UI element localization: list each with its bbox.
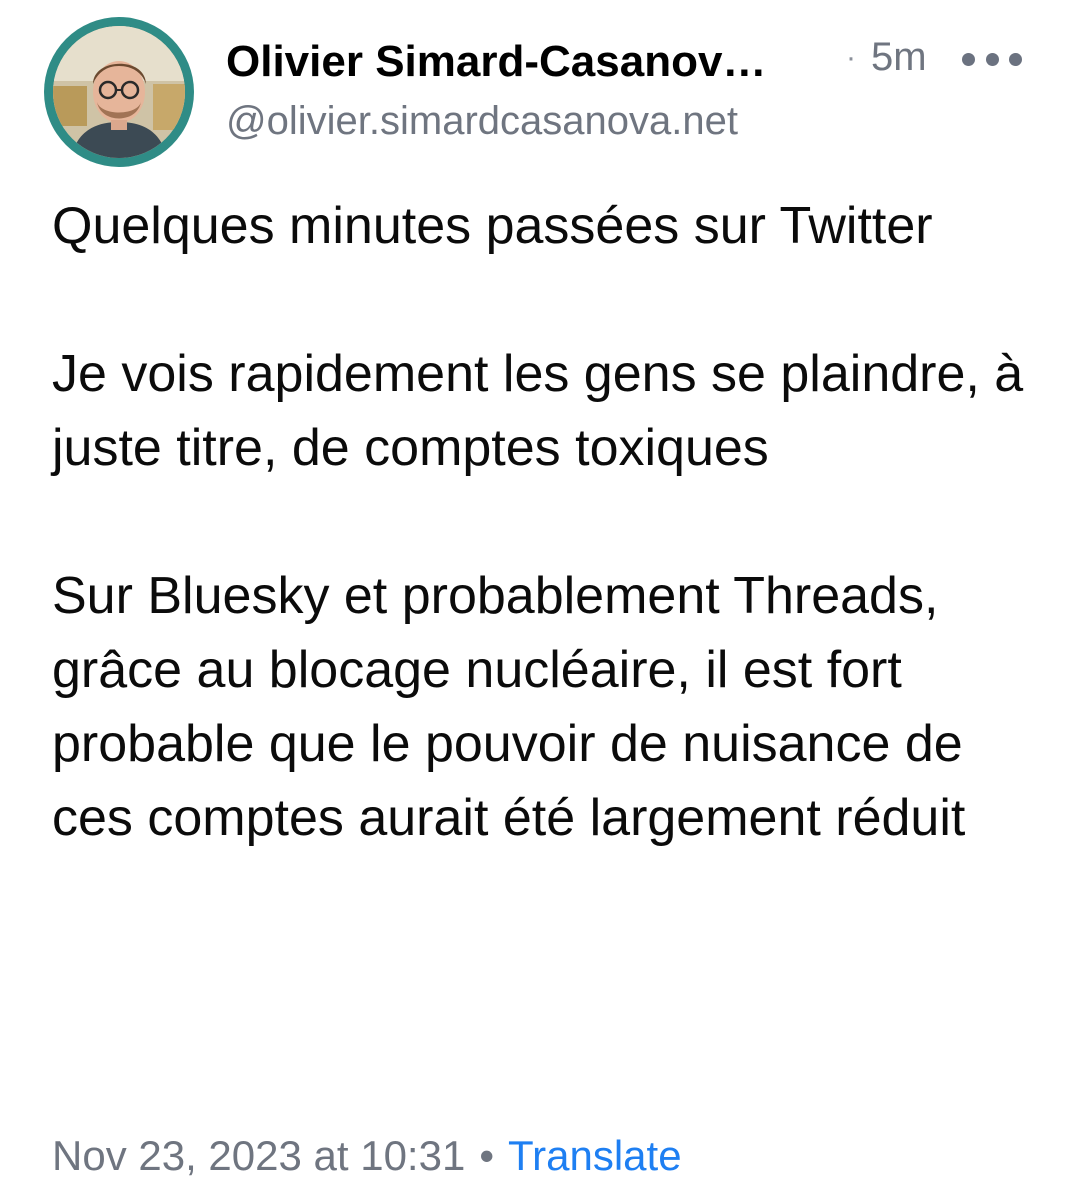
- time-separator: ·: [846, 41, 856, 74]
- post-paragraph: Sur Bluesky et probablement Threads, grâ…: [52, 567, 966, 847]
- author-handle[interactable]: @olivier.simardcasanova.net: [226, 97, 738, 145]
- post-body: Quelques minutes passées sur Twitter Je …: [52, 189, 1042, 855]
- footer-separator: •: [479, 1132, 495, 1179]
- post-footer: Nov 23, 2023 at 10:31 • Translate: [52, 1130, 682, 1182]
- more-options-button[interactable]: [962, 44, 1022, 74]
- author-display-name[interactable]: Olivier Simard-Casanov…: [226, 36, 836, 88]
- post-paragraph: Quelques minutes passées sur Twitter: [52, 197, 933, 255]
- post: Olivier Simard-Casanov… · 5m @olivier.si…: [0, 0, 1071, 1200]
- ellipsis-icon: [985, 52, 999, 66]
- post-time-ago[interactable]: 5m: [871, 34, 927, 80]
- ellipsis-icon: [962, 52, 975, 66]
- translate-link[interactable]: Translate: [508, 1132, 682, 1179]
- avatar-photo: [53, 26, 185, 158]
- post-paragraph: Je vois rapidement les gens se plaindre,…: [52, 345, 1024, 477]
- post-timestamp: Nov 23, 2023 at 10:31: [52, 1132, 466, 1179]
- ellipsis-icon: [1009, 52, 1022, 66]
- avatar[interactable]: [44, 17, 194, 167]
